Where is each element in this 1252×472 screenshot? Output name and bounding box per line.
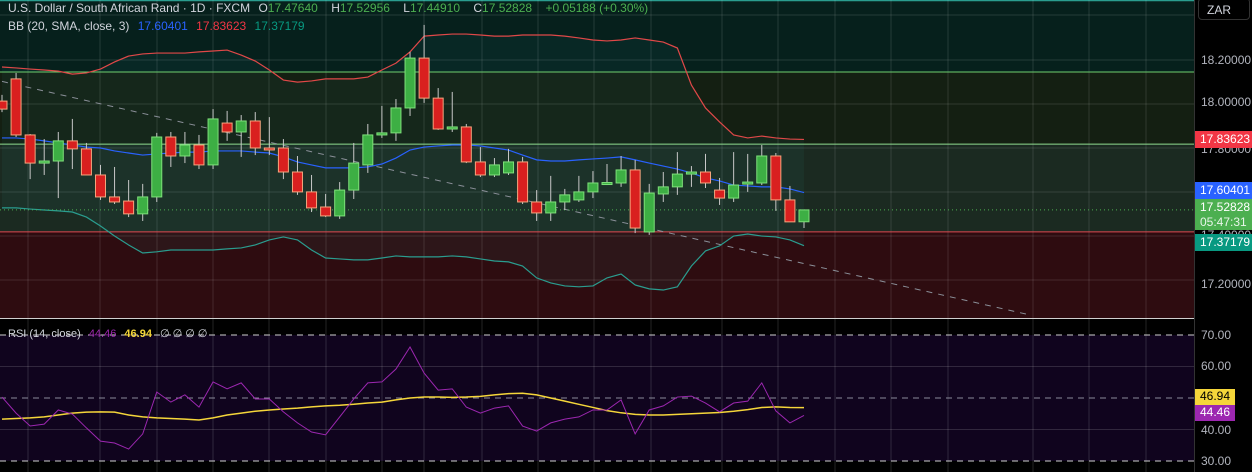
close-label: C [473,1,483,15]
bb-legend[interactable]: BB (20, SMA, close, 3) 17.60401 17.83623… [8,19,310,33]
bb-basis-value: 17.60401 [137,19,188,33]
candle-up [559,194,571,203]
candle-down [320,206,332,217]
candle-down [714,189,726,199]
rsi-tag: 44.46 [1195,405,1235,421]
candle-up [348,162,360,191]
last-price: 17.52828 [1200,200,1251,214]
price-tick: 17.20000 [1201,277,1252,291]
candle-down [263,147,275,151]
rsi-ma-tag: 46.94 [1195,389,1235,405]
change-value: +0.05188 (+0.30%) [545,1,649,15]
candle-up [404,57,416,109]
candle-down [306,191,318,209]
candle-down [432,97,444,130]
rsi-tick: 70.00 [1201,328,1232,342]
basis-tag: 17.60401 [1195,182,1252,199]
candle-up [179,144,191,157]
candle-down [165,136,177,157]
candle-up [390,107,402,134]
candle-up [545,201,557,214]
candle-up [728,184,740,199]
candle-up [573,191,585,201]
upper-band-tag: 17.83623 [1195,131,1252,148]
currency-button[interactable]: ZAR [1198,0,1250,20]
candle-up [657,186,669,195]
candle-down [24,134,36,164]
high-value: 17.52956 [339,1,390,15]
rsi-tick: 30.00 [1201,454,1232,468]
candle-down [109,196,121,203]
candle-up [601,182,613,186]
open-value: 17.47640 [267,1,318,15]
candle-down [193,144,205,166]
symbol-legend: U.S. Dollar / South African Rand · 1D · … [8,1,653,15]
candle-down [80,148,92,176]
low-label: L [403,1,410,15]
low-value: 17.44910 [409,1,461,15]
candle-up [151,136,163,198]
high-label: H [331,1,340,15]
rsi-tick: 60.00 [1201,359,1232,373]
rsi-pane[interactable] [0,319,1194,472]
last-price-tag: 17.52828 05:47:31 [1195,199,1252,230]
lower-band-tag: 17.37179 [1195,234,1252,251]
candle-down [460,126,472,163]
candle-down [531,201,543,214]
candle-down [0,100,8,110]
rsi-extra-values: ∅ ∅ ∅ ∅ [160,328,208,340]
rsi-ma-value: 46.94 [124,328,152,340]
rsi-value: 44.46 [88,328,117,340]
candle-down [291,171,303,193]
candle-down [418,57,430,99]
candle-up [235,120,247,133]
candle-up [488,164,500,176]
bb-upper-value: 17.83623 [196,19,247,33]
candle-down [221,122,233,133]
price-tick: 18.00000 [1201,95,1252,109]
candle-up [52,140,64,162]
candle-up [334,189,346,217]
candle-down [94,174,106,198]
candle-down [629,169,641,229]
bb-label[interactable]: BB (20, SMA, close, 3) [8,19,129,33]
candle-down [700,171,711,184]
candle-up [643,192,655,233]
candle-up [503,161,515,174]
price-chart-pane[interactable] [0,0,1194,318]
candle-down [66,140,78,150]
rsi-legend[interactable]: RSI (14, close) 44.46 46.94 ∅ ∅ ∅ ∅ [8,327,213,340]
close-value: 17.52828 [482,1,533,15]
candle-down [517,161,529,203]
candle-up [362,134,374,166]
candle-down [249,120,261,149]
candle-up [38,160,50,164]
candle-down [770,155,782,201]
candle-down [123,200,135,215]
rsi-label[interactable]: RSI (14, close) [8,328,81,340]
candle-up [615,169,627,184]
price-tick: 18.20000 [1201,53,1252,67]
candle-down [474,161,486,176]
candle-up [756,155,768,184]
candle-up [742,181,754,185]
rsi-tick: 40.00 [1201,423,1232,437]
candle-up [376,132,388,136]
candle-up [798,209,810,223]
open-label: O [258,1,268,15]
bar-countdown: 05:47:31 [1200,215,1247,229]
candle-up [446,126,458,130]
bb-lower-value: 17.37179 [254,19,305,33]
candle-up [207,118,219,166]
candle-up [587,182,599,193]
candle-up [137,196,149,215]
candle-up [671,173,683,188]
symbol-title[interactable]: U.S. Dollar / South African Rand · 1D · … [8,1,250,15]
candle-down [277,147,289,173]
candle-down [10,78,22,136]
price-axis[interactable]: ZAR 18.20000 18.00000 17.80000 17.40000 … [1194,0,1252,472]
candle-up [685,171,697,175]
candle-down [784,199,796,223]
